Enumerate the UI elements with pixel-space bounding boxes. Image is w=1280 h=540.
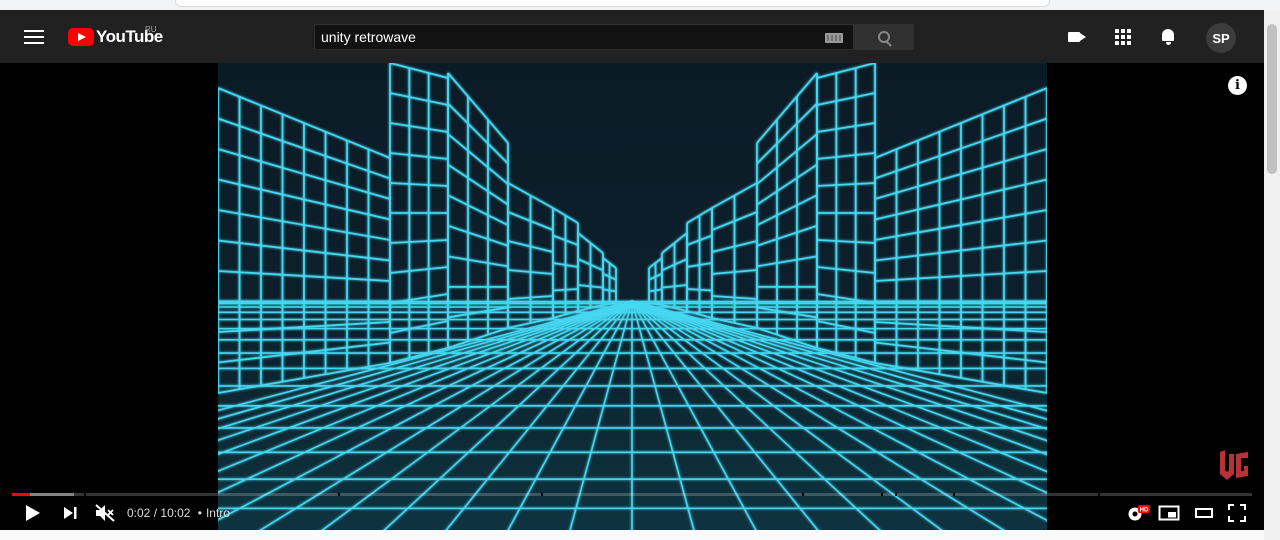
youtube-logo-icon <box>68 28 94 46</box>
apps-icon[interactable] <box>1114 28 1134 46</box>
search-box <box>314 24 854 50</box>
progress-bar[interactable] <box>12 493 1252 496</box>
settings-icon[interactable]: HD <box>1126 503 1150 523</box>
search-icon <box>878 31 890 43</box>
chapter-marker <box>801 493 804 496</box>
avatar[interactable]: SP <box>1206 23 1236 53</box>
search-input[interactable] <box>321 28 811 46</box>
chapter-marker <box>1098 493 1101 496</box>
chapter-marker <box>83 493 86 496</box>
chapter-title[interactable]: Intro <box>206 506 230 520</box>
channel-watermark-icon[interactable] <box>1218 446 1250 482</box>
info-icon[interactable]: i <box>1228 76 1247 95</box>
browser-address-bar[interactable] <box>175 0 1050 7</box>
chapter-marker <box>541 493 544 496</box>
time-display: 0:02 / 10:02 • Intro <box>127 506 230 520</box>
chapter-dot: • <box>197 506 202 520</box>
play-icon[interactable] <box>24 503 42 523</box>
scrollbar-thumb[interactable] <box>1267 24 1277 174</box>
mute-icon[interactable] <box>94 503 116 523</box>
video-frame[interactable] <box>0 63 1264 530</box>
browser-top-strip <box>0 0 1280 10</box>
menu-icon[interactable] <box>24 30 44 44</box>
progress-played <box>12 493 30 496</box>
miniplayer-icon[interactable] <box>1158 503 1180 523</box>
theater-mode-icon[interactable] <box>1194 503 1214 523</box>
fullscreen-icon[interactable] <box>1227 503 1247 523</box>
region-code: RU <box>145 25 157 34</box>
retrowave-grid-scene <box>0 63 1264 530</box>
search-button[interactable] <box>854 24 914 50</box>
create-video-icon[interactable] <box>1068 28 1088 46</box>
chapter-marker <box>953 493 956 496</box>
video-player[interactable]: i 0:02 / 10:02 • Intro HD <box>0 63 1264 530</box>
time-separator: / <box>153 506 158 520</box>
notifications-icon[interactable] <box>1159 28 1179 46</box>
chapter-marker <box>881 493 884 496</box>
page-scrollbar[interactable] <box>1264 10 1280 540</box>
youtube-logo[interactable]: YouTube RU <box>68 25 163 47</box>
page-bottom-strip <box>0 530 1264 540</box>
chapter-marker <box>338 493 341 496</box>
keyboard-icon[interactable] <box>825 33 843 43</box>
masthead: YouTube RU SP <box>0 10 1264 63</box>
hd-badge-label: HD <box>1140 507 1149 513</box>
next-icon[interactable] <box>62 503 80 523</box>
current-time: 0:02 <box>127 506 151 520</box>
chapter-marker <box>894 493 897 496</box>
duration: 10:02 <box>160 506 191 520</box>
